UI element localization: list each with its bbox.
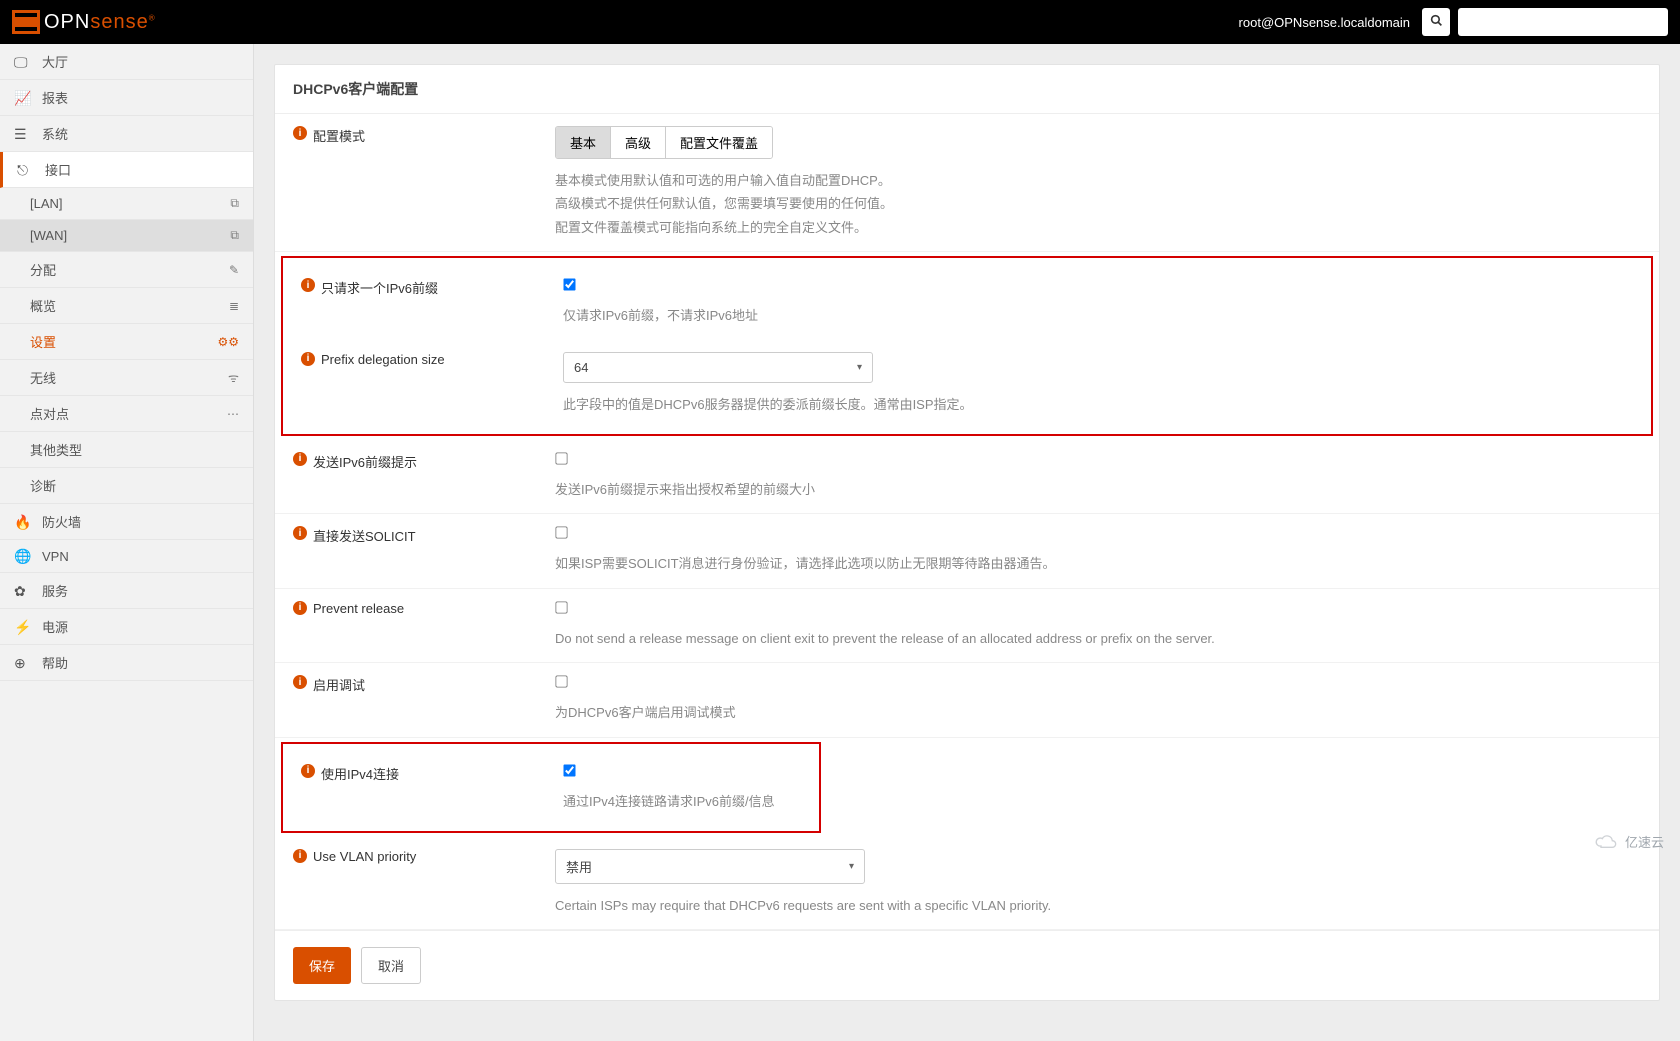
sidebar-item-ptp[interactable]: 点对点⋯ — [0, 396, 253, 432]
fire-icon: 🔥 — [14, 514, 32, 530]
form-actions: 保存 取消 — [275, 930, 1659, 1000]
logo-text: OPNsense® — [44, 11, 156, 34]
chart-icon: 📈 — [14, 90, 32, 106]
cancel-button[interactable]: 取消 — [361, 947, 421, 984]
row-config-mode: i 配置模式 基本 高级 配置文件覆盖 基本模式使用默认值和可选的用户输入值自动配… — [275, 114, 1659, 252]
link-icon: ⋯ — [227, 407, 239, 421]
sidebar-item-wan[interactable]: [WAN]⧉ — [0, 220, 253, 252]
search-button[interactable] — [1422, 8, 1450, 36]
globe-icon: 🌐 — [14, 548, 32, 564]
info-icon[interactable]: i — [301, 352, 315, 366]
plug-icon: ⚡ — [14, 619, 32, 635]
sidebar-item-assign[interactable]: 分配✎ — [0, 252, 253, 288]
label-enable-debug: 启用调试 — [313, 675, 365, 694]
sidebar-item-firewall[interactable]: 🔥防火墙 — [0, 504, 253, 540]
select-pd-size[interactable]: 64 ▾ — [563, 352, 873, 383]
sidebar: 🖵大厅 📈报表 ☰系统 ⎋接口 [LAN]⧉ [WAN]⧉ 分配✎ 概览≣ 设置… — [0, 44, 254, 1041]
checkbox-enable-debug[interactable] — [555, 675, 567, 687]
label-prevent-release: Prevent release — [313, 601, 404, 616]
watermark: 亿速云 — [1595, 832, 1664, 851]
sidebar-item-help[interactable]: ⊕帮助 — [0, 645, 253, 681]
help-prevent-release: Do not send a release message on client … — [555, 627, 1641, 650]
highlight-box-2: i 使用IPv4连接 通过IPv4连接链路请求IPv6前缀/信息 — [281, 742, 821, 833]
logo-icon — [12, 10, 40, 34]
select-pd-size-value: 64 — [574, 360, 588, 375]
gears-icon: ⚙⚙ — [217, 335, 239, 349]
help-send-hint: 发送IPv6前缀提示来指出授权希望的前缀大小 — [555, 478, 1641, 501]
label-send-hint: 发送IPv6前缀提示 — [313, 452, 417, 471]
sidebar-item-lan[interactable]: [LAN]⧉ — [0, 188, 253, 220]
info-icon[interactable]: i — [293, 849, 307, 863]
help-send-solicit: 如果ISP需要SOLICIT消息进行身份验证，请选择此选项以防止无限期等待路由器… — [555, 552, 1641, 575]
tab-advanced[interactable]: 高级 — [611, 127, 666, 158]
checkbox-use-ipv4[interactable] — [563, 764, 575, 776]
sidebar-item-settings[interactable]: 设置⚙⚙ — [0, 324, 253, 360]
help-vlan-priority: Certain ISPs may require that DHCPv6 req… — [555, 894, 1641, 917]
card-title: DHCPv6客户端配置 — [275, 65, 1659, 114]
label-config-mode: 配置模式 — [313, 126, 365, 145]
checkbox-only-prefix[interactable] — [563, 278, 575, 290]
info-icon[interactable]: i — [293, 675, 307, 689]
info-icon[interactable]: i — [293, 126, 307, 140]
label-only-prefix: 只请求一个IPv6前缀 — [321, 278, 438, 297]
cloud-icon — [1595, 834, 1619, 850]
info-icon[interactable]: i — [301, 278, 315, 292]
sidebar-item-services[interactable]: ✿服务 — [0, 573, 253, 609]
info-icon[interactable]: i — [293, 601, 307, 615]
highlight-box-1: i 只请求一个IPv6前缀 仅请求IPv6前缀，不请求IPv6地址 i Prefix… — [281, 256, 1653, 436]
info-icon[interactable]: i — [293, 452, 307, 466]
main-content: DHCPv6客户端配置 i 配置模式 基本 高级 配置文件覆盖 基本模式使用默认值… — [254, 44, 1680, 1041]
list-icon: ☰ — [14, 126, 32, 142]
sidebar-item-interfaces[interactable]: ⎋接口 — [0, 152, 253, 188]
label-use-ipv4: 使用IPv4连接 — [321, 764, 399, 783]
tab-basic[interactable]: 基本 — [556, 127, 611, 158]
dhcpv6-card: DHCPv6客户端配置 i 配置模式 基本 高级 配置文件覆盖 基本模式使用默认值… — [274, 64, 1660, 1001]
help-only-prefix: 仅请求IPv6前缀，不请求IPv6地址 — [563, 304, 1621, 327]
checkbox-send-solicit[interactable] — [555, 527, 567, 539]
user-host-label: root@OPNsense.localdomain — [1239, 15, 1410, 30]
label-send-solicit: 直接发送SOLICIT — [313, 526, 416, 545]
sidebar-item-power[interactable]: ⚡电源 — [0, 609, 253, 645]
select-vlan-priority[interactable]: 禁用 ▾ — [555, 849, 865, 884]
info-icon[interactable]: i — [301, 764, 315, 778]
help-pd-size: 此字段中的值是DHCPv6服务器提供的委派前缀长度。通常由ISP指定。 — [563, 393, 1621, 416]
config-mode-tabs: 基本 高级 配置文件覆盖 — [555, 126, 773, 159]
chevron-down-icon: ▾ — [857, 362, 862, 373]
sitemap-icon: ⧉ — [230, 228, 239, 243]
display-icon: 🖵 — [14, 54, 32, 70]
checkbox-send-hint[interactable] — [555, 452, 567, 464]
help-config-mode: 基本模式使用默认值和可选的用户输入值自动配置DHCP。 高级模式不提供任何默认值… — [555, 169, 1641, 239]
sidebar-item-other-types[interactable]: 其他类型 — [0, 432, 253, 468]
logo[interactable]: OPNsense® — [12, 10, 1239, 34]
select-vlan-priority-value: 禁用 — [566, 857, 592, 876]
help-enable-debug: 为DHCPv6客户端启用调试模式 — [555, 701, 1641, 724]
label-pd-size: Prefix delegation size — [321, 352, 445, 367]
search-input[interactable] — [1458, 8, 1668, 36]
tab-file-overwrite[interactable]: 配置文件覆盖 — [666, 127, 772, 158]
sidebar-item-lobby[interactable]: 🖵大厅 — [0, 44, 253, 80]
sidebar-item-system[interactable]: ☰系统 — [0, 116, 253, 152]
checkbox-prevent-release[interactable] — [555, 601, 567, 613]
sidebar-item-overview[interactable]: 概览≣ — [0, 288, 253, 324]
top-bar: OPNsense® root@OPNsense.localdomain — [0, 0, 1680, 44]
search-icon — [1430, 14, 1443, 27]
pencil-icon: ✎ — [229, 263, 239, 277]
sitemap-icon: ⎋ — [17, 162, 35, 178]
help-use-ipv4: 通过IPv4连接链路请求IPv6前缀/信息 — [563, 790, 789, 813]
sidebar-item-vpn[interactable]: 🌐VPN — [0, 540, 253, 573]
gear-icon: ✿ — [14, 583, 32, 599]
info-icon[interactable]: i — [293, 526, 307, 540]
sidebar-item-wireless[interactable]: 无线ᯤ — [0, 360, 253, 396]
lifebuoy-icon: ⊕ — [14, 655, 32, 671]
save-button[interactable]: 保存 — [293, 947, 351, 984]
label-vlan-priority: Use VLAN priority — [313, 849, 416, 864]
wifi-icon: ᯤ — [228, 369, 239, 386]
sidebar-item-diagnostics[interactable]: 诊断 — [0, 468, 253, 504]
sidebar-item-reports[interactable]: 📈报表 — [0, 80, 253, 116]
list-icon: ≣ — [229, 299, 239, 313]
sitemap-icon: ⧉ — [230, 196, 239, 211]
